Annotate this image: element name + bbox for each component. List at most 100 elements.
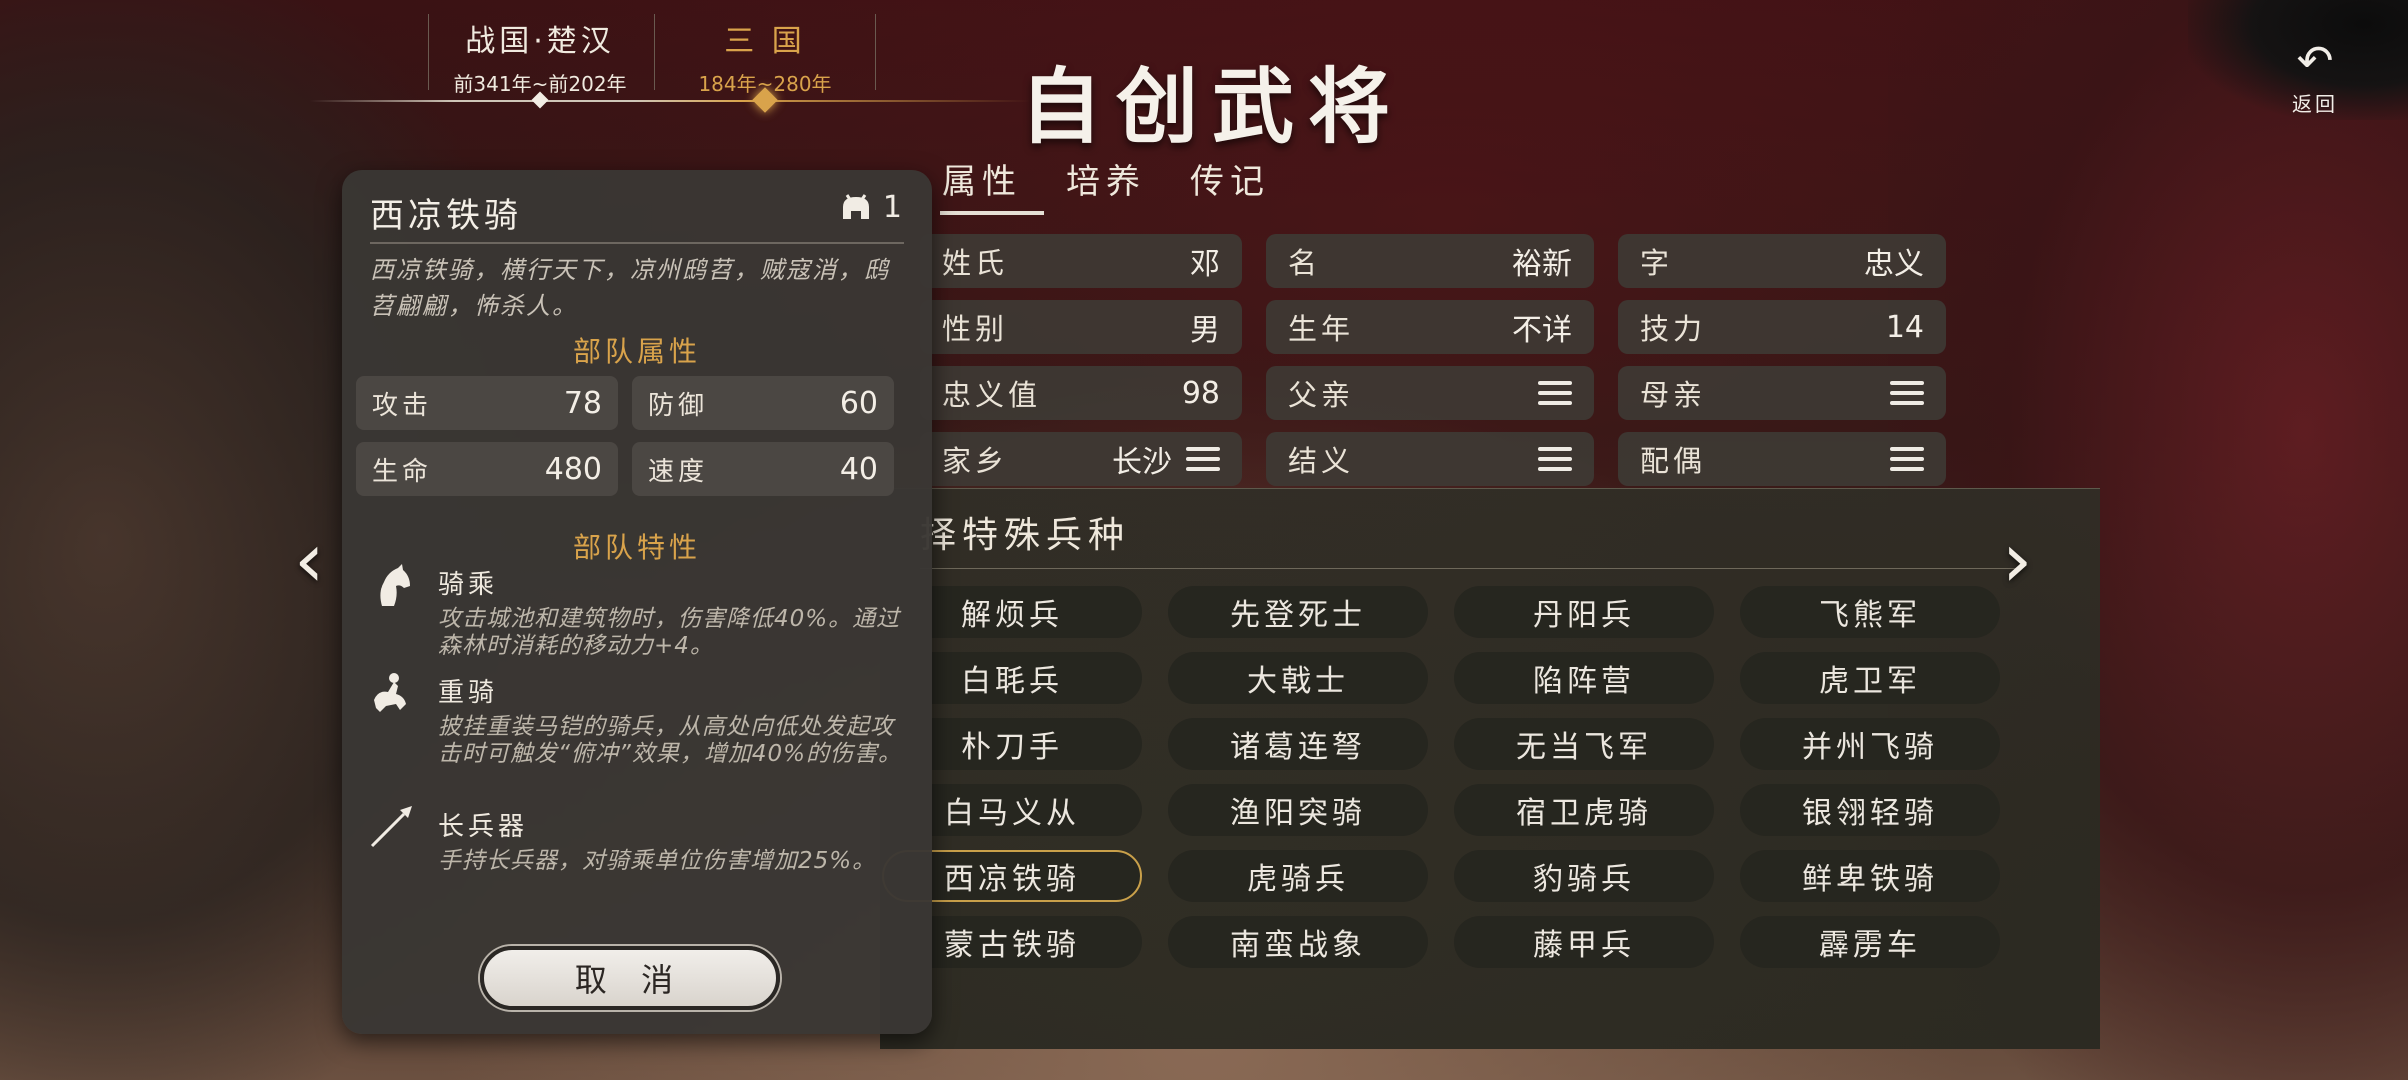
stat-label: 防御 (648, 390, 709, 421)
era-selector: 战国·楚汉 前341年~前202年 三 国 184年~280年 (310, 10, 1030, 120)
stat-hp: 生命 480 (356, 442, 618, 496)
divider (370, 242, 904, 244)
field-value: 不详 (1512, 313, 1572, 348)
menu-icon[interactable] (1538, 447, 1572, 471)
troop-option[interactable]: 南蛮战象 (1168, 916, 1428, 968)
field-value: 14 (1885, 309, 1924, 345)
trait-description: 手持长兵器，对骑乘单位伤害增加25%。 (438, 848, 877, 874)
skill-points-field: 技力 14 (1618, 300, 1946, 354)
troop-detail-title: 西凉铁骑 (370, 196, 522, 236)
field-label: 父亲 (1288, 378, 1355, 412)
helmet-icon (842, 193, 869, 219)
surname-field[interactable]: 姓氏 邓 (920, 234, 1242, 288)
field-label: 家乡 (942, 444, 1009, 478)
courtesy-name-field[interactable]: 字 忠义 (1618, 234, 1946, 288)
field-label: 字 (1640, 246, 1674, 280)
stat-value: 60 (839, 385, 878, 421)
father-field[interactable]: 父亲 (1266, 366, 1594, 420)
era-timeline (310, 100, 1030, 102)
troop-option[interactable]: 霹雳车 (1740, 916, 2000, 968)
sworn-field[interactable]: 结义 (1266, 432, 1594, 486)
era-name: 战国·楚汉 (465, 24, 615, 59)
menu-icon[interactable] (1890, 381, 1924, 405)
tab-biography[interactable]: 传记 (1168, 150, 1292, 215)
tab-bar: 属性 培养 传记 (920, 150, 1292, 215)
stat-attack: 攻击 78 (356, 376, 618, 430)
troop-option[interactable]: 虎卫军 (1740, 652, 2000, 704)
troop-option[interactable]: 豹骑兵 (1454, 850, 1714, 902)
mother-field[interactable]: 母亲 (1618, 366, 1946, 420)
back-label: 返回 (2292, 92, 2338, 116)
field-label: 性别 (942, 312, 1009, 346)
field-value-group: 长沙 (1112, 437, 1220, 481)
stat-label: 生命 (372, 456, 433, 487)
hometown-field[interactable]: 家乡 长沙 (920, 432, 1242, 486)
stat-label: 速度 (648, 456, 709, 487)
troop-detail-panel: 西凉铁骑 1 西凉铁骑，横行天下，凉州鸱苕，贼寇消，鸱苕翩翩，怖杀人。 部队属性… (342, 170, 932, 1034)
stat-defense: 防御 60 (632, 376, 894, 430)
spouse-field[interactable]: 配偶 (1618, 432, 1946, 486)
gender-field[interactable]: 性别 男 (920, 300, 1242, 354)
troop-option[interactable]: 陷阵营 (1454, 652, 1714, 704)
stat-value: 480 (544, 451, 602, 487)
divider (875, 14, 876, 90)
troop-option[interactable]: 飞熊军 (1740, 586, 2000, 638)
troop-description: 西凉铁骑，横行天下，凉州鸱苕，贼寇消，鸱苕翩翩，怖杀人。 (370, 256, 890, 320)
era-option-three-kingdoms[interactable]: 三 国 184年~280年 (655, 10, 875, 96)
birth-year-field[interactable]: 生年 不详 (1266, 300, 1594, 354)
loyalty-field: 忠义值 98 (920, 366, 1242, 420)
stat-label: 攻击 (372, 390, 433, 421)
field-value: 98 (1181, 375, 1220, 411)
stat-speed: 速度 40 (632, 442, 894, 496)
tab-attributes[interactable]: 属性 (920, 150, 1044, 215)
field-label: 技力 (1640, 312, 1707, 346)
field-value: 男 (1190, 313, 1220, 348)
field-label: 生年 (1288, 312, 1355, 346)
troop-option[interactable]: 大戟士 (1168, 652, 1428, 704)
troop-option[interactable]: 鲜卑铁骑 (1740, 850, 2000, 902)
back-button[interactable]: ↶ 返回 (2270, 40, 2360, 117)
field-value: 邓 (1190, 247, 1220, 282)
troop-option[interactable]: 虎骑兵 (1168, 850, 1428, 902)
menu-icon[interactable] (1538, 381, 1572, 405)
field-label: 配偶 (1640, 444, 1707, 478)
next-arrow-icon[interactable]: › (2002, 515, 2032, 604)
field-value: 长沙 (1112, 445, 1172, 480)
troop-select-title: 择特殊兵种 (920, 515, 1131, 556)
trait-description: 披挂重装马铠的骑兵，从高处向低处发起攻击时可触发“俯冲”效果，增加40%的伤害。 (438, 714, 902, 767)
troop-option[interactable]: 无当飞军 (1454, 718, 1714, 770)
era-name: 三 国 (724, 24, 806, 59)
field-label: 忠义值 (942, 378, 1042, 412)
page-title: 自创武将 (1020, 59, 1405, 155)
horse-head-icon (380, 564, 410, 606)
era-option-warring-states[interactable]: 战国·楚汉 前341年~前202年 (430, 10, 650, 96)
prev-arrow-icon[interactable]: ‹ (294, 515, 324, 604)
field-value: 忠义 (1864, 247, 1924, 282)
tab-training[interactable]: 培养 (1044, 150, 1168, 215)
divider (920, 568, 2020, 569)
troop-option[interactable]: 并州飞骑 (1740, 718, 2000, 770)
trait-name: 骑乘 (438, 570, 499, 600)
troop-option[interactable]: 银翎轻骑 (1740, 784, 2000, 836)
troop-count-value: 1 (882, 190, 902, 225)
spear-icon (370, 806, 412, 848)
given-name-field[interactable]: 名 裕新 (1266, 234, 1594, 288)
troop-option[interactable]: 渔阳突骑 (1168, 784, 1428, 836)
armored-cavalry-icon (374, 673, 406, 712)
troop-option[interactable]: 藤甲兵 (1454, 916, 1714, 968)
trait-name: 长兵器 (438, 812, 529, 842)
field-label: 结义 (1288, 444, 1355, 478)
cancel-button[interactable]: 取 消 (480, 946, 780, 1010)
divider (428, 14, 429, 90)
troop-option[interactable]: 诸葛连弩 (1168, 718, 1428, 770)
trait-description: 攻击城池和建筑物时，伤害降低40%。通过森林时消耗的移动力+4。 (438, 606, 901, 659)
stat-value: 40 (839, 451, 878, 487)
menu-icon[interactable] (1890, 447, 1924, 471)
traits-heading: 部队特性 (572, 531, 701, 564)
trait-name: 重骑 (438, 678, 499, 708)
troop-option[interactable]: 丹阳兵 (1454, 586, 1714, 638)
menu-icon[interactable] (1186, 447, 1220, 471)
field-label: 姓氏 (942, 246, 1009, 280)
troop-option[interactable]: 宿卫虎骑 (1454, 784, 1714, 836)
troop-option[interactable]: 先登死士 (1168, 586, 1428, 638)
